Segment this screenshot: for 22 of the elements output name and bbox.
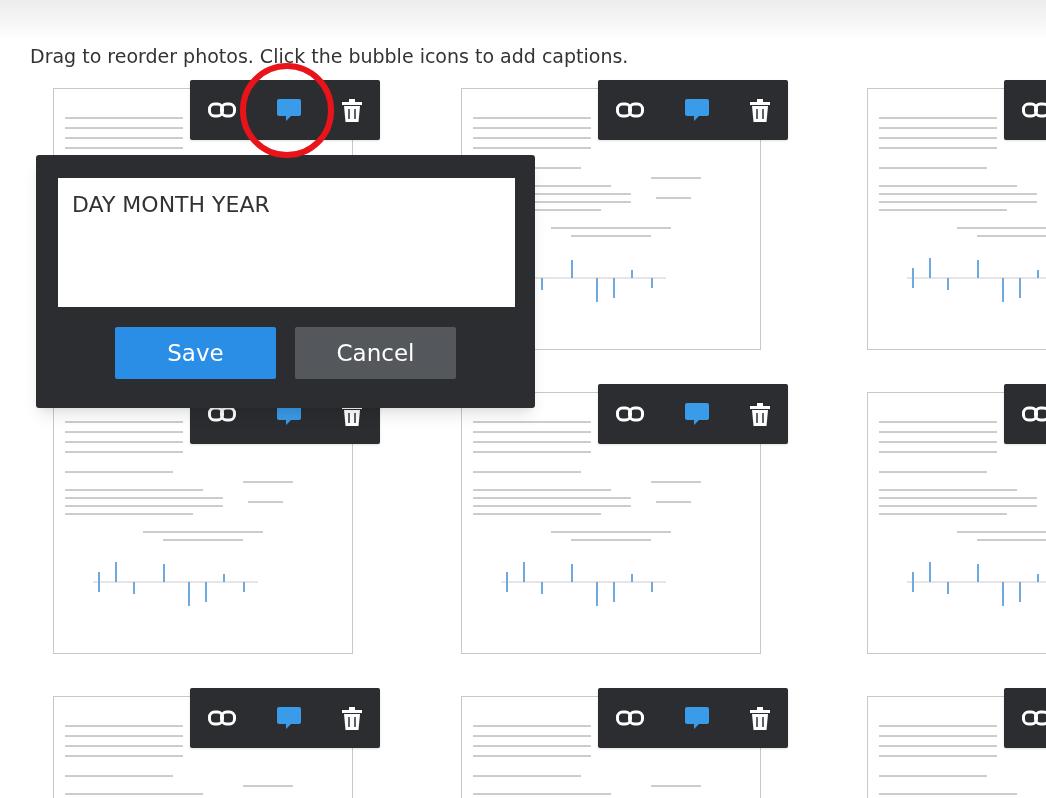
trash-icon[interactable] (750, 402, 770, 426)
speech-bubble-icon[interactable] (276, 97, 302, 123)
link-icon[interactable] (208, 406, 236, 422)
instruction-text: Drag to reorder photos. Click the bubble icons to add captions. (30, 44, 629, 69)
trash-icon[interactable] (750, 98, 770, 122)
link-icon[interactable] (616, 710, 644, 726)
link-icon[interactable] (1022, 710, 1046, 726)
speech-bubble-icon[interactable] (684, 705, 710, 731)
speech-bubble-icon[interactable] (684, 97, 710, 123)
trash-icon[interactable] (342, 98, 362, 122)
link-icon[interactable] (208, 710, 236, 726)
link-icon[interactable] (208, 102, 236, 118)
link-icon[interactable] (1022, 406, 1046, 422)
speech-bubble-icon[interactable] (684, 401, 710, 427)
trash-icon[interactable] (342, 706, 362, 730)
link-icon[interactable] (1022, 102, 1046, 118)
link-icon[interactable] (616, 406, 644, 422)
trash-icon[interactable] (750, 706, 770, 730)
cancel-button[interactable]: Cancel (295, 327, 456, 379)
speech-bubble-icon[interactable] (276, 705, 302, 731)
caption-input[interactable]: DAY MONTH YEAR (58, 178, 515, 307)
link-icon[interactable] (616, 102, 644, 118)
